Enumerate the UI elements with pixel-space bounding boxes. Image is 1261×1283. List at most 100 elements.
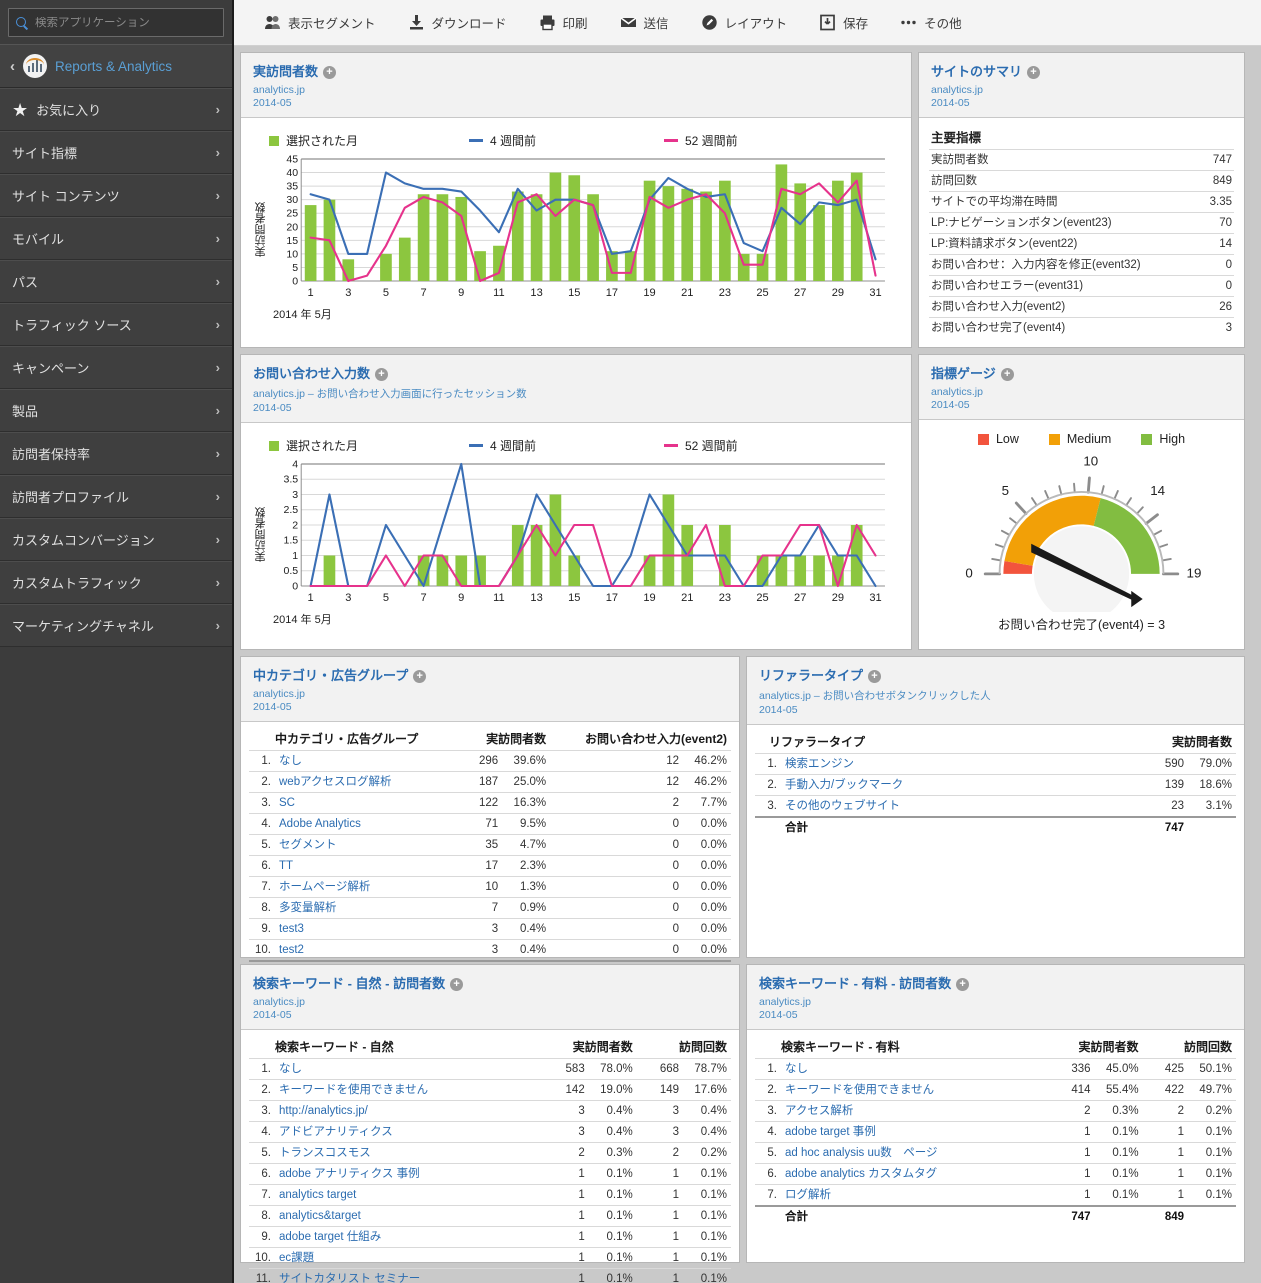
sidebar-item-campaigns[interactable]: キャンペーン ›	[0, 346, 232, 389]
panel-subtitle[interactable]: analytics.jp – お問い合わせ入力画面に行ったセッション数	[253, 386, 901, 401]
row-name[interactable]: Adobe Analytics	[275, 813, 467, 835]
row-name[interactable]: ad hoc analysis uu数 ページ	[781, 1142, 1050, 1164]
sidebar-item-visitor-profile[interactable]: 訪問者プロファイル ›	[0, 475, 232, 518]
panel-title[interactable]: リファラータイプ	[759, 668, 863, 683]
row-name[interactable]: adobe target 仕組み	[275, 1226, 543, 1248]
row-name[interactable]: アクセス解析	[781, 1100, 1050, 1122]
column-header[interactable]: 実訪問者数	[1116, 731, 1236, 754]
panel-title[interactable]: 検索キーワード - 自然 - 訪問者数	[253, 976, 445, 991]
panel-subtitle[interactable]: analytics.jp	[253, 996, 729, 1008]
column-header[interactable]: お問い合わせ入力(event2)	[550, 728, 731, 751]
chevron-left-icon[interactable]: ‹	[10, 59, 15, 74]
panel-date[interactable]: 2014-05	[931, 399, 1234, 411]
add-icon[interactable]: +	[868, 670, 882, 683]
panel-title[interactable]: 中カテゴリ・広告グループ	[253, 668, 408, 683]
panel-subtitle[interactable]: analytics.jp	[931, 84, 1234, 96]
column-header[interactable]: 実訪問者数	[467, 728, 550, 751]
row-name[interactable]: 多変量解析	[275, 897, 467, 919]
add-icon[interactable]: +	[1000, 368, 1014, 381]
row-name[interactable]: キーワードを使用できません	[275, 1079, 543, 1101]
panel-subtitle[interactable]: analytics.jp	[931, 386, 1234, 398]
row-name[interactable]: adobe analytics カスタムタグ	[781, 1163, 1050, 1185]
more-button[interactable]: その他	[884, 0, 978, 46]
brand-header[interactable]: ‹ Reports & Analytics	[0, 44, 232, 88]
sidebar-item-favorites[interactable]: ★ お気に入り ›	[0, 88, 232, 131]
show-segments-button[interactable]: 表示セグメント	[248, 0, 392, 46]
add-icon[interactable]: +	[375, 368, 389, 381]
column-header[interactable]: 検索キーワード - 有料	[755, 1036, 1049, 1059]
row-name[interactable]: なし	[275, 750, 467, 772]
row-name[interactable]: http://analytics.jp/	[275, 1100, 543, 1122]
row-name[interactable]: ec課題	[275, 1247, 543, 1269]
row-name[interactable]: キーワードを使用できません	[781, 1079, 1050, 1101]
panel-title[interactable]: お問い合わせ入力数	[253, 366, 370, 381]
row-name[interactable]: トランスコスモス	[275, 1142, 543, 1164]
download-button[interactable]: ダウンロード	[392, 0, 523, 46]
panel-date[interactable]: 2014-05	[759, 704, 1234, 716]
panel-subtitle[interactable]: analytics.jp	[253, 688, 729, 700]
row-name[interactable]: analytics&target	[275, 1205, 543, 1227]
row-name[interactable]: その他のウェブサイト	[781, 795, 1116, 817]
sidebar-item-mobile[interactable]: モバイル ›	[0, 217, 232, 260]
panel-subtitle[interactable]: analytics.jp	[759, 996, 1234, 1008]
sidebar-item-marketing-channels[interactable]: マーケティングチャネル ›	[0, 604, 232, 647]
add-icon[interactable]: +	[413, 670, 427, 683]
column-header[interactable]: 中カテゴリ・広告グループ	[249, 728, 467, 751]
sidebar-item-custom-conversion[interactable]: カスタムコンバージョン ›	[0, 518, 232, 561]
column-header[interactable]: 訪問回数	[637, 1036, 731, 1059]
row-name[interactable]: webアクセスログ解析	[275, 771, 467, 793]
print-button[interactable]: 印刷	[523, 0, 604, 46]
add-icon[interactable]: +	[1027, 66, 1041, 79]
column-header[interactable]: 検索キーワード - 自然	[249, 1036, 542, 1059]
sidebar-item-visitor-retention[interactable]: 訪問者保持率 ›	[0, 432, 232, 475]
save-button[interactable]: 保存	[803, 0, 884, 46]
panel-title[interactable]: 指標ゲージ	[931, 366, 996, 381]
row-percent: 2.3%	[502, 855, 551, 877]
add-icon[interactable]: +	[323, 66, 337, 79]
add-icon[interactable]: +	[956, 978, 970, 991]
panel-title[interactable]: 検索キーワード - 有料 - 訪問者数	[759, 976, 951, 991]
row-name[interactable]: TT	[275, 855, 467, 877]
row-name[interactable]: adobe アナリティクス 事例	[275, 1163, 543, 1185]
row-name[interactable]: analytics target	[275, 1184, 543, 1206]
panel-date[interactable]: 2014-05	[253, 701, 729, 713]
panel-subtitle[interactable]: analytics.jp – お問い合わせボタンクリックした人	[759, 688, 1234, 703]
sidebar-item-custom-traffic[interactable]: カスタムトラフィック ›	[0, 561, 232, 604]
panel-title[interactable]: サイトのサマリ	[931, 64, 1022, 79]
row-name[interactable]: セグメント	[275, 834, 467, 856]
sidebar-item-site-metrics[interactable]: サイト指標 ›	[0, 131, 232, 174]
sidebar-item-paths[interactable]: パス ›	[0, 260, 232, 303]
sidebar-item-products[interactable]: 製品 ›	[0, 389, 232, 432]
row-name[interactable]: SC	[275, 792, 467, 814]
column-header[interactable]: リファラータイプ	[755, 731, 1116, 754]
row-name[interactable]: 検索エンジン	[781, 753, 1116, 775]
sidebar-item-site-content[interactable]: サイト コンテンツ ›	[0, 174, 232, 217]
row-name[interactable]: なし	[781, 1058, 1050, 1080]
column-header[interactable]: 実訪問者数	[542, 1036, 636, 1059]
panel-date[interactable]: 2014-05	[253, 402, 901, 414]
row-percent: 19.0%	[588, 1079, 637, 1101]
column-header[interactable]: 訪問回数	[1143, 1036, 1236, 1059]
send-button[interactable]: 送信	[604, 0, 685, 46]
row-name[interactable]: test2	[275, 939, 467, 961]
panel-date[interactable]: 2014-05	[931, 97, 1234, 109]
row-name[interactable]: ホームページ解析	[275, 876, 467, 898]
panel-title[interactable]: 実訪問者数	[253, 64, 318, 79]
row-name[interactable]: adobe target 事例	[781, 1121, 1050, 1143]
panel-subtitle[interactable]: analytics.jp	[253, 84, 901, 96]
add-icon[interactable]: +	[450, 978, 464, 991]
row-name[interactable]: test3	[275, 918, 467, 940]
row-name[interactable]: アドビアナリティクス	[275, 1121, 543, 1143]
layout-button[interactable]: レイアウト	[685, 0, 804, 46]
row-name[interactable]: 手動入力/ブックマーク	[781, 774, 1116, 796]
search-input[interactable]	[35, 16, 217, 29]
search-box[interactable]	[8, 8, 224, 37]
row-name[interactable]: ログ解析	[781, 1184, 1050, 1206]
row-name[interactable]: サイトカタリスト セミナー	[275, 1268, 543, 1283]
row-name[interactable]: なし	[275, 1058, 543, 1080]
panel-date[interactable]: 2014-05	[253, 97, 901, 109]
column-header[interactable]: 実訪問者数	[1049, 1036, 1142, 1059]
panel-date[interactable]: 2014-05	[253, 1009, 729, 1021]
sidebar-item-traffic-sources[interactable]: トラフィック ソース ›	[0, 303, 232, 346]
panel-date[interactable]: 2014-05	[759, 1009, 1234, 1021]
